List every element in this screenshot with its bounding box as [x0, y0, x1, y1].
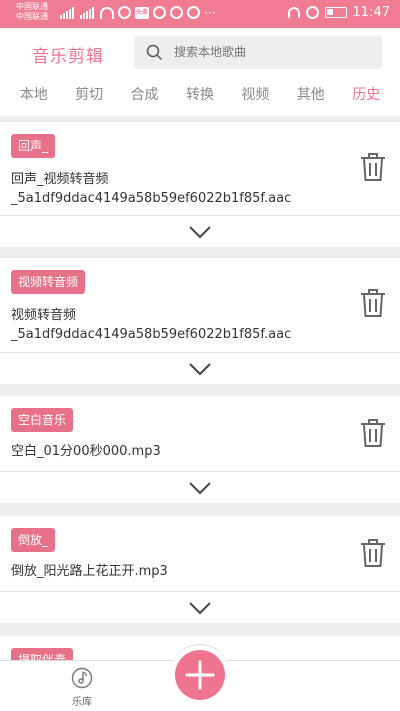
chevron-down-icon[interactable] — [188, 362, 212, 376]
search-input[interactable] — [174, 45, 374, 59]
chevron-down-icon[interactable] — [188, 601, 212, 615]
app-title: 音乐剪辑 — [32, 47, 104, 67]
tab-cut[interactable]: 剪切 — [75, 80, 103, 116]
browser-icon — [153, 6, 166, 19]
tab-other[interactable]: 其他 — [297, 80, 325, 116]
list-item: 视频转音频 视频转音频 _5a1df9ddac4149a58b59ef6022b… — [0, 258, 400, 384]
search-icon — [146, 44, 162, 60]
item-filename-line-2: _5a1df9ddac4149a58b59ef6022b1f85f.aac — [11, 327, 292, 342]
item-filename-line-2: _5a1df9ddac4149a58b59ef6022b1f85f.aac — [11, 191, 292, 206]
item-filename-line-1: 空白_01分00秒000.mp3 — [11, 444, 161, 459]
carrier-info: 中国联通 中国联通 — [16, 2, 48, 22]
delete-icon[interactable] — [360, 418, 386, 448]
clock: 11:47 — [352, 5, 390, 20]
item-divider — [0, 591, 400, 592]
plus-icon — [185, 660, 215, 690]
status-icons-right: 11:47 — [287, 5, 390, 20]
tab-local[interactable]: 本地 — [20, 80, 48, 116]
chat-icon — [118, 6, 131, 19]
battery-icon — [324, 7, 347, 18]
add-button[interactable] — [175, 650, 225, 700]
item-filename: 回声_视频转音频 _5a1df9ddac4149a58b59ef6022b1f8… — [11, 170, 291, 208]
list-item: 倒放_ 倒放_阳光路上花正开.mp3 — [0, 516, 400, 623]
category-tabs: 本地 剪切 合成 转换 视频 其他 历史 — [0, 80, 400, 116]
more-dots-icon: ··· — [204, 5, 216, 20]
status-bar: 中国联通 中国联通 头条 ··· 11:47 — [0, 0, 400, 28]
item-divider — [0, 471, 400, 472]
delete-icon[interactable] — [360, 152, 386, 182]
item-tag: 提取伴奏 — [11, 648, 74, 660]
item-tag: 空白音乐 — [11, 408, 74, 432]
item-divider — [0, 352, 400, 353]
item-filename-line-1: 倒放_阳光路上花正开.mp3 — [11, 564, 168, 579]
qq-icon — [170, 6, 183, 19]
nav-library-label: 乐库 — [72, 697, 92, 708]
item-filename-line-1: 回声_视频转音频 — [11, 172, 109, 187]
item-filename: 视频转音频 _5a1df9ddac4149a58b59ef6022b1f85f.… — [11, 306, 291, 344]
chevron-down-icon[interactable] — [188, 481, 212, 495]
search-box[interactable] — [134, 36, 382, 69]
signal-icon — [60, 6, 76, 19]
item-tag: 视频转音频 — [11, 270, 86, 294]
history-list: 回声_ 回声_视频转音频 _5a1df9ddac4149a58b59ef6022… — [0, 116, 400, 660]
chevron-down-icon[interactable] — [188, 225, 212, 239]
carrier-name-1: 中国联通 — [16, 2, 48, 11]
status-icons-left: 头条 ··· — [60, 6, 215, 19]
tab-merge[interactable]: 合成 — [131, 80, 159, 116]
item-tag: 倒放_ — [11, 528, 56, 552]
item-divider — [0, 215, 400, 216]
delete-icon[interactable] — [360, 288, 386, 318]
item-filename: 倒放_阳光路上花正开.mp3 — [11, 562, 168, 581]
item-tag: 回声_ — [11, 134, 56, 158]
nav-library[interactable]: 乐库 — [62, 665, 102, 709]
alarm-icon — [305, 6, 319, 19]
message-icon — [187, 6, 200, 19]
list-item: 回声_ 回声_视频转音频 _5a1df9ddac4149a58b59ef6022… — [0, 122, 400, 247]
item-filename: 空白_01分00秒000.mp3 — [11, 442, 161, 461]
delete-icon[interactable] — [360, 538, 386, 568]
headphones-icon — [287, 7, 300, 18]
carrier-name-2: 中国联通 — [16, 12, 48, 21]
news-icon: 头条 — [135, 6, 149, 19]
music-disc-icon — [71, 667, 93, 689]
list-item: 空白音乐 空白_01分00秒000.mp3 — [0, 396, 400, 503]
item-filename-line-1: 视频转音频 — [11, 308, 77, 323]
app-header: 音乐剪辑 — [0, 28, 400, 80]
tab-history[interactable]: 历史 — [352, 80, 380, 116]
tab-video[interactable]: 视频 — [241, 80, 269, 116]
signal-icon-2 — [80, 6, 96, 19]
tab-convert[interactable]: 转换 — [186, 80, 214, 116]
hotspot-icon — [100, 6, 114, 19]
